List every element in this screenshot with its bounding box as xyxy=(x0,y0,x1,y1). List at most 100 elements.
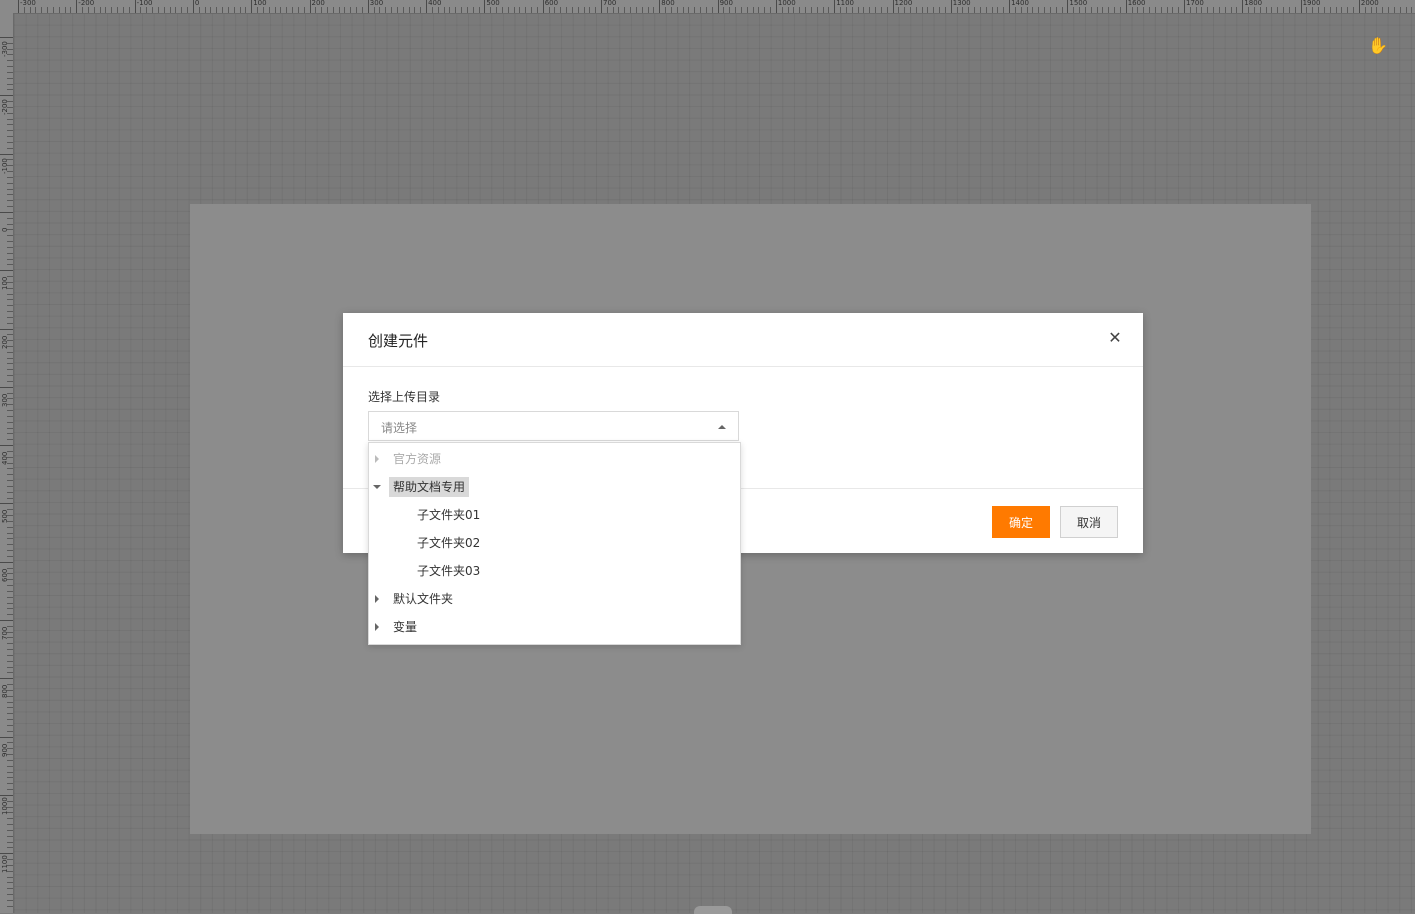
ruler-tick xyxy=(7,136,13,138)
ruler-tick xyxy=(0,95,13,97)
ruler-tick xyxy=(111,7,113,13)
ruler-tick xyxy=(840,7,842,13)
ruler-tick xyxy=(659,0,661,13)
ruler-tick xyxy=(449,7,451,13)
ruler-tick xyxy=(379,7,381,13)
ruler-tick xyxy=(647,7,649,13)
ruler-tick xyxy=(466,7,468,13)
ruler-tick xyxy=(7,660,13,662)
caret-right-icon[interactable] xyxy=(375,623,379,631)
ruler-tick xyxy=(7,66,13,68)
ruler-tick xyxy=(286,7,288,13)
tree-item-subfolder-02[interactable]: 子文件夹02 xyxy=(369,529,740,557)
ruler-label: 0 xyxy=(1,227,9,232)
ruler-label: 2000 xyxy=(1360,0,1379,7)
ruler-label: 200 xyxy=(1,335,9,349)
ruler-tick xyxy=(7,77,13,79)
tree-item-variables[interactable]: 变量 xyxy=(369,613,740,641)
cancel-button[interactable]: 取消 xyxy=(1060,506,1118,538)
tree-item-subfolder-01[interactable]: 子文件夹01 xyxy=(369,501,740,529)
ruler-label: 1200 xyxy=(894,0,913,7)
ruler-tick xyxy=(7,293,13,295)
ruler-tick xyxy=(939,7,941,13)
tree-item-label: 默认文件夹 xyxy=(393,592,454,606)
ruler-tick xyxy=(1067,0,1069,13)
ruler-tick xyxy=(583,7,585,13)
ruler-tick xyxy=(933,7,935,13)
ruler-tick xyxy=(7,258,13,260)
ruler-tick xyxy=(7,410,13,412)
ruler-tick xyxy=(7,468,13,470)
ruler-tick xyxy=(0,211,13,213)
tree-item-help-docs[interactable]: 帮助文档专用 xyxy=(369,473,740,501)
tree-item-official-resources[interactable]: 官方资源 xyxy=(369,445,740,473)
ruler-tick xyxy=(7,789,13,791)
ruler-tick xyxy=(7,585,13,587)
ruler-tick xyxy=(1411,7,1413,13)
ruler-tick xyxy=(478,7,480,13)
ruler-label: 400 xyxy=(428,0,442,7)
ruler-tick xyxy=(1096,7,1098,13)
caret-down-icon[interactable] xyxy=(373,485,381,489)
caret-right-icon[interactable] xyxy=(375,595,379,603)
ruler-tick xyxy=(536,7,538,13)
ruler-tick xyxy=(0,270,13,272)
ruler-tick xyxy=(641,7,643,13)
ruler-tick xyxy=(7,200,13,202)
ruler-tick xyxy=(198,7,200,13)
ruler-tick xyxy=(554,7,556,13)
ruler-tick xyxy=(292,7,293,13)
ruler-tick xyxy=(257,7,259,13)
ruler-tick xyxy=(904,7,906,13)
ruler-tick xyxy=(1300,0,1302,13)
ruler-tick xyxy=(420,7,422,13)
ruler-tick xyxy=(7,701,13,703)
ruler-tick xyxy=(1271,7,1273,13)
ruler-tick xyxy=(356,7,358,13)
ruler-tick xyxy=(886,7,888,13)
ruler-tick xyxy=(1154,7,1156,13)
ruler-tick xyxy=(618,7,620,13)
ruler-tick xyxy=(7,899,13,901)
ruler-tick xyxy=(431,7,433,13)
ruler-tick xyxy=(1364,7,1366,13)
ruler-tick xyxy=(7,241,13,243)
ruler-tick xyxy=(787,7,789,13)
ruler-tick xyxy=(332,7,334,13)
ruler-tick xyxy=(7,311,13,312)
ruler-tick xyxy=(414,7,416,13)
ruler-tick xyxy=(1166,7,1168,13)
ruler-label: 1800 xyxy=(1244,0,1263,7)
directory-select[interactable]: 请选择 xyxy=(368,411,739,441)
ruler-tick xyxy=(23,7,25,13)
close-icon[interactable]: ✕ xyxy=(1105,328,1125,348)
ruler-label: -200 xyxy=(1,99,9,116)
tree-item-subfolder-03[interactable]: 子文件夹03 xyxy=(369,557,740,585)
ruler-tick xyxy=(746,7,748,13)
dialog-header: 创建元件 ✕ xyxy=(343,313,1143,367)
ruler-tick xyxy=(7,357,13,359)
ruler-tick xyxy=(1236,7,1238,13)
ruler-tick xyxy=(1318,7,1320,13)
ruler-tick xyxy=(0,445,13,447)
ruler-tick xyxy=(7,771,13,773)
ruler-tick xyxy=(0,37,13,38)
ruler-tick xyxy=(997,7,999,13)
ruler-tick xyxy=(909,7,911,13)
ruler-tick xyxy=(630,7,632,13)
ruler-tick xyxy=(653,7,655,13)
ruler-label: 700 xyxy=(603,0,617,7)
ruler-tick xyxy=(496,7,498,13)
confirm-button[interactable]: 确定 xyxy=(992,506,1050,538)
ruler-tick xyxy=(606,7,608,13)
ruler-tick xyxy=(927,7,929,13)
caret-right-icon[interactable] xyxy=(375,455,379,463)
tree-item-default-folder[interactable]: 默认文件夹 xyxy=(369,585,740,613)
ruler-tick xyxy=(262,7,264,13)
ruler-tick xyxy=(7,824,13,826)
ruler-tick xyxy=(326,7,328,13)
ruler-tick xyxy=(577,7,579,13)
ruler-tick xyxy=(1248,7,1250,13)
ruler-label: -100 xyxy=(136,0,153,7)
ruler-tick xyxy=(892,0,894,13)
